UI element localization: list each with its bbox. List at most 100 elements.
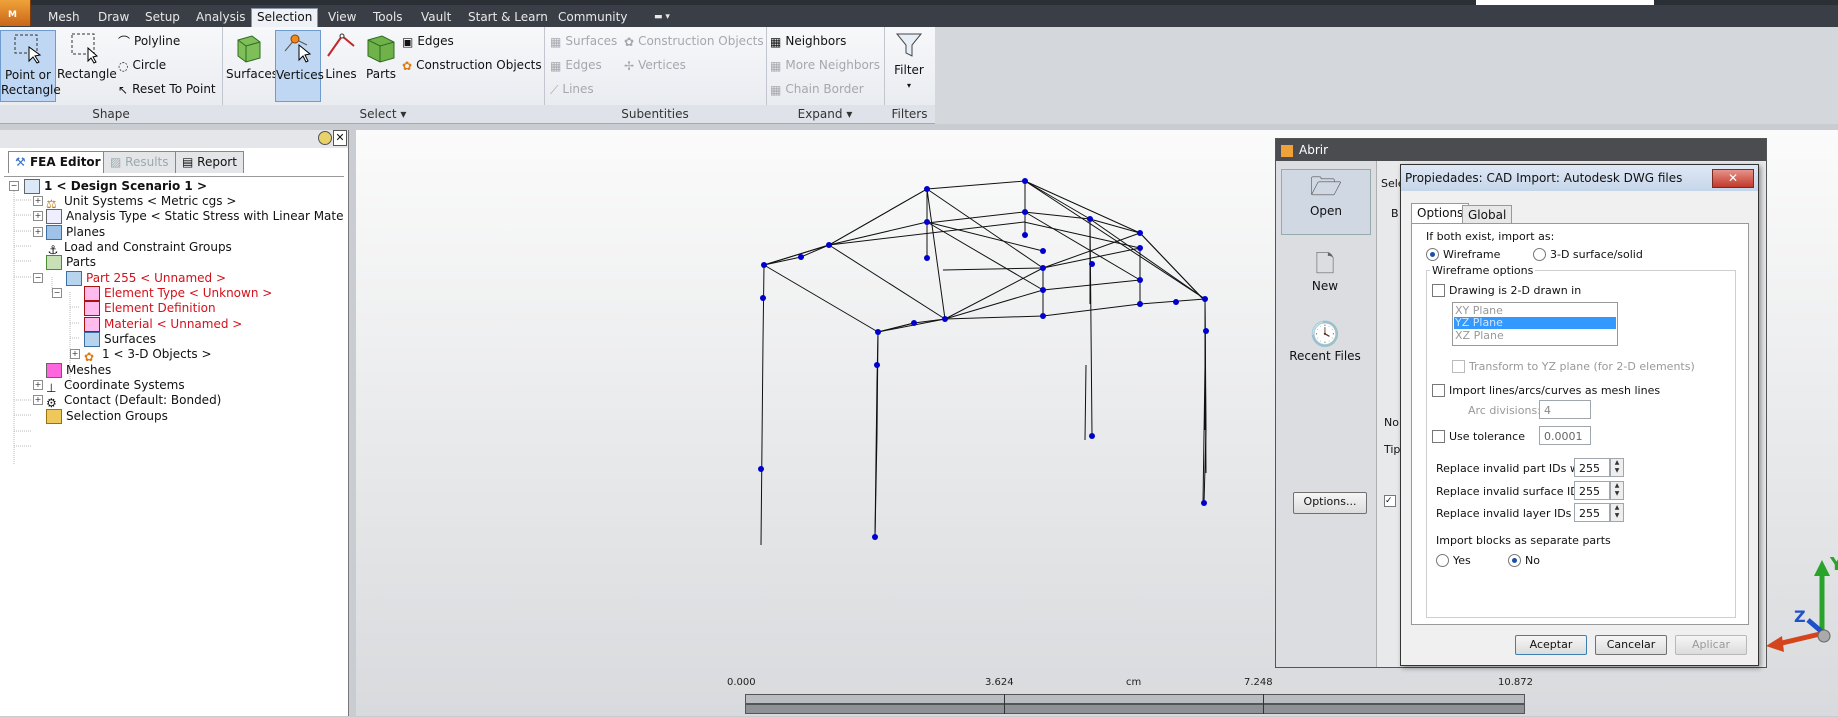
tab-report[interactable]: ▤ Report <box>175 151 244 173</box>
shape-panel-title: Shape <box>0 105 222 123</box>
nav-recent-files[interactable]: 🕓 Recent Files <box>1281 319 1369 371</box>
sub-construction-objects-button[interactable]: ✿ Construction Objects <box>624 31 764 51</box>
close-icon[interactable]: ✕ <box>1712 169 1754 188</box>
replace-layer-input[interactable]: 255 <box>1574 503 1610 522</box>
close-pane-icon[interactable]: ✕ <box>333 130 347 146</box>
pin-icon[interactable] <box>318 131 332 145</box>
sub-edges-button[interactable]: ▦ Edges <box>550 55 602 75</box>
point-or-rect-label-1: Point or <box>5 68 51 82</box>
select-panel-title-text: Select <box>359 107 397 121</box>
wireframe-radio[interactable] <box>1426 248 1439 261</box>
replace-surface-input[interactable]: 255 <box>1574 481 1610 500</box>
replace-surface-spinner[interactable]: ▲ ▼ <box>1610 481 1624 500</box>
expand-toggle-scenario[interactable]: − <box>9 181 19 191</box>
aplicar-button[interactable]: Aplicar <box>1675 635 1747 655</box>
cancelar-button[interactable]: Cancelar <box>1595 635 1667 655</box>
menu-tab-draw[interactable]: Draw <box>96 9 131 27</box>
tab-fea-editor[interactable]: ⚒ FEA Editor <box>8 151 108 173</box>
import-lines-label: Import lines/arcs/curves as mesh lines <box>1449 384 1661 397</box>
expand-toggle-parts[interactable]: − <box>33 273 43 283</box>
aceptar-button[interactable]: Aceptar <box>1515 635 1587 655</box>
tree-label: Material < Unnamed > <box>104 317 243 331</box>
import-blocks-yes-radio[interactable] <box>1436 554 1449 567</box>
expand-toggle-coords[interactable]: + <box>33 380 43 390</box>
chain-border-button[interactable]: ▦ Chain Border <box>770 79 864 99</box>
point-rectangle-icon <box>14 34 42 64</box>
construction-objects-button[interactable]: ✿ Construction Objects <box>402 55 542 75</box>
menu-tab-vault[interactable]: Vault <box>419 9 453 27</box>
polyline-button[interactable]: ⌒ Polyline <box>118 31 180 51</box>
tab-options[interactable]: Options <box>1411 203 1470 224</box>
expand-toggle-analysis[interactable]: + <box>33 211 43 221</box>
tree-label: Coordinate Systems <box>64 378 185 392</box>
sub-lines-button[interactable]: ⟋ Lines <box>550 79 594 99</box>
parts-icon <box>367 35 395 63</box>
tree-label: Load and Constraint Groups <box>64 240 232 254</box>
menu-tab-view[interactable]: View <box>326 9 358 27</box>
expand-toggle-planes[interactable]: + <box>33 227 43 237</box>
tolerance-input[interactable]: 0.0001 <box>1539 426 1591 445</box>
rectangle-button[interactable]: Rectangle <box>57 30 117 100</box>
import-lines-checkbox[interactable] <box>1432 384 1445 397</box>
replace-layer-spinner[interactable]: ▲ ▼ <box>1610 503 1624 522</box>
options-button[interactable]: Options... <box>1293 492 1367 514</box>
vertices-button[interactable]: Vertices <box>275 30 324 102</box>
neighbors-button[interactable]: ▦ Neighbors <box>770 31 846 51</box>
triad-y-label: Y <box>1829 554 1838 575</box>
replace-part-spinner[interactable]: ▲ ▼ <box>1610 458 1624 477</box>
expand-toggle-units[interactable]: + <box>33 196 43 206</box>
nav-open[interactable]: 🗁 Open <box>1281 169 1371 235</box>
more-neighbors-button[interactable]: ▦ More Neighbors <box>770 55 880 75</box>
menu-tab-mesh[interactable]: Mesh <box>46 9 82 27</box>
sub-surfaces-button[interactable]: ▦ Surfaces <box>550 31 617 51</box>
tree-item-selection-groups[interactable]: Selection Groups <box>46 407 168 425</box>
menu-tab-start-learn[interactable]: Start & Learn <box>466 9 550 27</box>
expand-toggle-contact[interactable]: + <box>33 395 43 405</box>
expand-toggle-part255[interactable]: − <box>52 288 62 298</box>
menu-tab-tools[interactable]: Tools <box>371 9 405 27</box>
menu-tab-setup[interactable]: Setup <box>143 9 182 27</box>
expand-dropdown-icon: ▾ <box>846 107 853 121</box>
menu-tab-community[interactable]: Community <box>556 9 629 27</box>
replace-part-input[interactable]: 255 <box>1574 458 1610 477</box>
help-dropdown-icon[interactable]: ▬ ▾ <box>652 9 672 27</box>
app-menu-button[interactable]: M <box>0 0 31 26</box>
import-blocks-no-radio[interactable] <box>1508 554 1521 567</box>
menu-tab-analysis[interactable]: Analysis <box>194 9 247 27</box>
shape-panel: Point or Rectangle Rectangle ⌒ Polyline ◌… <box>0 27 223 123</box>
transform-checkbox[interactable] <box>1452 360 1465 373</box>
import-blocks-label: Import blocks as separate parts <box>1436 534 1611 547</box>
tab-results[interactable]: ▨ Results <box>103 151 176 173</box>
arc-divisions-input[interactable]: 4 <box>1539 400 1591 419</box>
surface-solid-radio[interactable] <box>1533 248 1546 261</box>
open-dialog-nav <box>1276 161 1377 667</box>
circle-button[interactable]: ◌ Circle <box>118 55 166 75</box>
sub-vertices-button[interactable]: ✢ Vertices <box>624 55 686 75</box>
menu-tab-selection[interactable]: Selection <box>251 8 319 27</box>
expand-toggle-3d-objects[interactable]: + <box>70 349 80 359</box>
surfaces-button[interactable]: Surfaces <box>226 30 278 100</box>
reset-to-point-button[interactable]: ↖ Reset To Point <box>118 79 216 99</box>
plane-listbox[interactable]: XY Plane YZ Plane XZ Plane <box>1452 302 1618 346</box>
filter-button[interactable]: Filter ▾ <box>888 30 930 100</box>
sub-construction-label: Construction Objects <box>638 34 764 48</box>
edges-label: Edges <box>417 34 454 48</box>
filter-dropdown-icon: ▾ <box>906 81 911 90</box>
chain-border-label: Chain Border <box>785 82 864 96</box>
nav-new[interactable]: 🗋 New <box>1281 249 1369 301</box>
use-tolerance-checkbox[interactable] <box>1432 430 1445 443</box>
parts-button[interactable]: Parts <box>362 30 400 100</box>
lines-button[interactable]: Lines <box>322 30 360 100</box>
tab-global[interactable]: Global <box>1462 205 1513 224</box>
edges-button[interactable]: ▣ Edges <box>402 31 454 51</box>
frag-checkbox[interactable]: ✓ <box>1384 495 1396 507</box>
contact-icon: ⚙ <box>46 396 57 410</box>
point-or-rectangle-button[interactable]: Point or Rectangle <box>0 30 61 102</box>
plane-option-xz[interactable]: XZ Plane <box>1455 329 1504 342</box>
expand-panel-title[interactable]: Expand ▾ <box>766 105 884 123</box>
select-panel-title[interactable]: Select ▾ <box>222 105 544 123</box>
drawing-2d-checkbox[interactable] <box>1432 284 1445 297</box>
scale-label-2: 7.248 <box>1244 677 1273 688</box>
plane-option-yz[interactable]: YZ Plane <box>1455 316 1503 329</box>
circle-label: Circle <box>132 58 167 72</box>
